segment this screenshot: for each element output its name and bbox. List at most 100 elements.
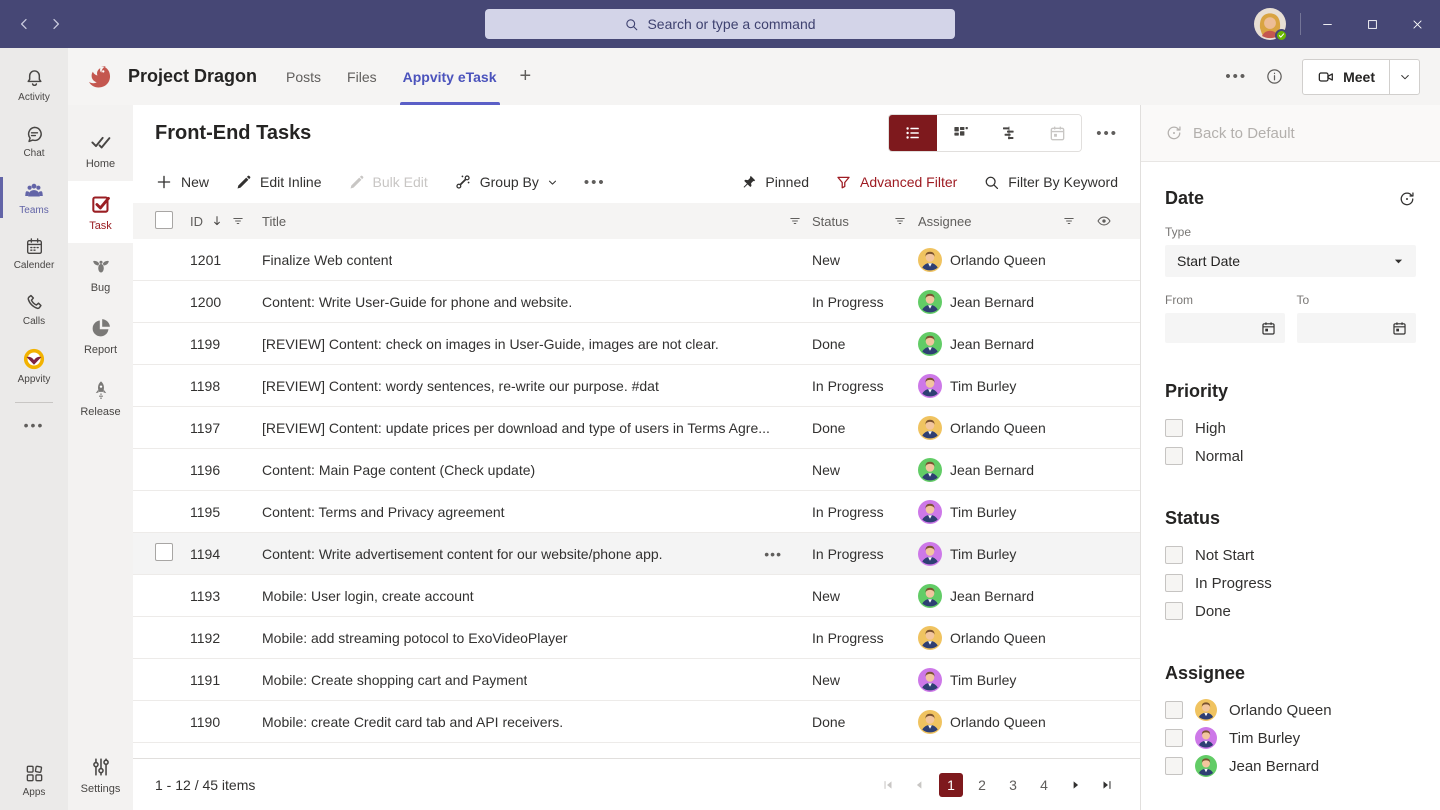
task-title[interactable]: Finalize Web content	[262, 252, 392, 268]
sidebar-item-home[interactable]: Home	[68, 119, 133, 181]
task-title[interactable]: Content: Terms and Privacy agreement	[262, 504, 505, 520]
table-row[interactable]: 1194 Content: Write advertisement conten…	[133, 533, 1140, 575]
eye-columns-icon[interactable]	[1096, 213, 1118, 229]
to-date-input[interactable]	[1297, 313, 1417, 343]
prev-page-icon[interactable]	[908, 774, 930, 796]
task-title[interactable]: Content: Main Page content (Check update…	[262, 462, 535, 478]
bulk-edit-button[interactable]: Bulk Edit	[348, 174, 428, 191]
filter-lines-icon[interactable]	[788, 214, 812, 228]
from-date-input[interactable]	[1165, 313, 1285, 343]
task-title[interactable]: Mobile: add streaming potocol to ExoVide…	[262, 630, 568, 646]
back-to-default-button[interactable]: Back to Default	[1141, 105, 1440, 162]
pinned-button[interactable]: Pinned	[741, 174, 809, 190]
checkbox[interactable]	[1165, 757, 1183, 775]
rail-item-calls[interactable]: Calls	[0, 282, 68, 337]
filter-option-in-progress[interactable]: In Progress	[1165, 569, 1416, 597]
col-status[interactable]: Status	[812, 214, 893, 229]
filter-option-normal[interactable]: Normal	[1165, 442, 1416, 470]
filter-option-high[interactable]: High	[1165, 414, 1416, 442]
search-input[interactable]: Search or type a command	[485, 9, 955, 39]
meet-dropdown-chevron-icon[interactable]	[1389, 60, 1419, 94]
rail-more-icon[interactable]: •••	[0, 417, 68, 433]
filter-option-jean-bernard[interactable]: Jean Bernard	[1165, 752, 1416, 780]
col-id[interactable]: ID	[190, 214, 203, 229]
filter-by-keyword-button[interactable]: Filter By Keyword	[983, 174, 1118, 191]
filter-option-done[interactable]: Done	[1165, 597, 1416, 625]
table-row[interactable]: 1199 [REVIEW] Content: check on images i…	[133, 323, 1140, 365]
page-button-2[interactable]: 2	[970, 773, 994, 797]
checkbox[interactable]	[1165, 701, 1183, 719]
task-title[interactable]: [REVIEW] Content: wordy sentences, re-wr…	[262, 378, 659, 394]
filter-lines-icon[interactable]	[231, 214, 245, 228]
meet-button[interactable]: Meet	[1302, 59, 1420, 95]
tab-appvity-etask[interactable]: Appvity eTask	[390, 48, 510, 105]
checkbox[interactable]	[1165, 602, 1183, 620]
table-row[interactable]: 1190 Mobile: create Credit card tab and …	[133, 701, 1140, 743]
page-button-3[interactable]: 3	[1001, 773, 1025, 797]
checkbox[interactable]	[1165, 729, 1183, 747]
table-row[interactable]: 1195 Content: Terms and Privacy agreemen…	[133, 491, 1140, 533]
task-title[interactable]: [REVIEW] Content: update prices per down…	[262, 420, 770, 436]
add-tab-button[interactable]: +	[510, 48, 542, 105]
sidebar-item-settings[interactable]: Settings	[68, 744, 133, 806]
forward-icon[interactable]	[48, 16, 64, 32]
sidebar-item-bug[interactable]: Bug	[68, 243, 133, 305]
sidebar-item-release[interactable]: Release	[68, 367, 133, 429]
last-page-icon[interactable]	[1096, 774, 1118, 796]
page-button-4[interactable]: 4	[1032, 773, 1056, 797]
info-icon[interactable]	[1265, 67, 1284, 86]
col-title[interactable]: Title	[262, 214, 788, 229]
header-more-icon[interactable]: •••	[1225, 68, 1247, 85]
maximize-button[interactable]	[1350, 0, 1395, 48]
advanced-filter-button[interactable]: Advanced Filter	[835, 174, 957, 191]
sort-desc-icon[interactable]	[210, 214, 224, 228]
table-row[interactable]: 1201 Finalize Web content ••• New Orland…	[133, 239, 1140, 281]
sidebar-item-task[interactable]: Task	[68, 181, 133, 243]
board-view-button[interactable]	[937, 115, 985, 151]
rail-item-apps[interactable]: Apps	[0, 753, 68, 808]
task-title[interactable]: [REVIEW] Content: check on images in Use…	[262, 336, 719, 352]
back-icon[interactable]	[16, 16, 32, 32]
task-title[interactable]: Mobile: Create shopping cart and Payment	[262, 672, 527, 688]
checkbox[interactable]	[1165, 447, 1183, 465]
next-page-icon[interactable]	[1065, 774, 1087, 796]
edit-inline-button[interactable]: Edit Inline	[235, 174, 321, 191]
rail-item-activity[interactable]: Activity	[0, 58, 68, 113]
view-more-icon[interactable]: •••	[1096, 125, 1118, 142]
task-title[interactable]: Mobile: User login, create account	[262, 588, 474, 604]
rail-item-appvity[interactable]: Appvity	[0, 338, 68, 393]
row-checkbox[interactable]	[155, 543, 173, 561]
checkbox[interactable]	[1165, 419, 1183, 437]
tab-files[interactable]: Files	[334, 48, 390, 105]
close-button[interactable]	[1395, 0, 1440, 48]
new-button[interactable]: New	[155, 173, 209, 191]
table-row[interactable]: 1198 [REVIEW] Content: wordy sentences, …	[133, 365, 1140, 407]
task-title[interactable]: Mobile: create Credit card tab and API r…	[262, 714, 563, 730]
tab-posts[interactable]: Posts	[273, 48, 334, 105]
task-title[interactable]: Content: Write advertisement content for…	[262, 546, 663, 562]
filter-option-not-start[interactable]: Not Start	[1165, 541, 1416, 569]
list-view-button[interactable]	[889, 115, 937, 151]
rail-item-chat[interactable]: Chat	[0, 114, 68, 169]
table-row[interactable]: 1196 Content: Main Page content (Check u…	[133, 449, 1140, 491]
gantt-view-button[interactable]	[985, 115, 1033, 151]
rail-item-calendar[interactable]: Calender	[0, 226, 68, 281]
checkbox[interactable]	[1165, 574, 1183, 592]
filter-option-orlando-queen[interactable]: Orlando Queen	[1165, 696, 1416, 724]
col-assignee[interactable]: Assignee	[918, 214, 1062, 229]
table-row[interactable]: 1193 Mobile: User login, create account …	[133, 575, 1140, 617]
page-button-1[interactable]: 1	[939, 773, 963, 797]
table-row[interactable]: 1197 [REVIEW] Content: update prices per…	[133, 407, 1140, 449]
filter-option-tim-burley[interactable]: Tim Burley	[1165, 724, 1416, 752]
user-avatar[interactable]	[1254, 8, 1286, 40]
select-all-checkbox[interactable]	[155, 211, 173, 229]
table-row[interactable]: 1200 Content: Write User-Guide for phone…	[133, 281, 1140, 323]
group-by-button[interactable]: Group By	[454, 173, 558, 191]
checkbox[interactable]	[1165, 546, 1183, 564]
table-row[interactable]: 1192 Mobile: add streaming potocol to Ex…	[133, 617, 1140, 659]
reset-date-icon[interactable]	[1398, 190, 1416, 208]
calendar-view-button[interactable]	[1033, 115, 1081, 151]
rail-item-teams[interactable]: Teams	[0, 170, 68, 225]
row-more-icon[interactable]: •••	[764, 546, 782, 562]
date-type-select[interactable]: Start Date	[1165, 245, 1416, 277]
